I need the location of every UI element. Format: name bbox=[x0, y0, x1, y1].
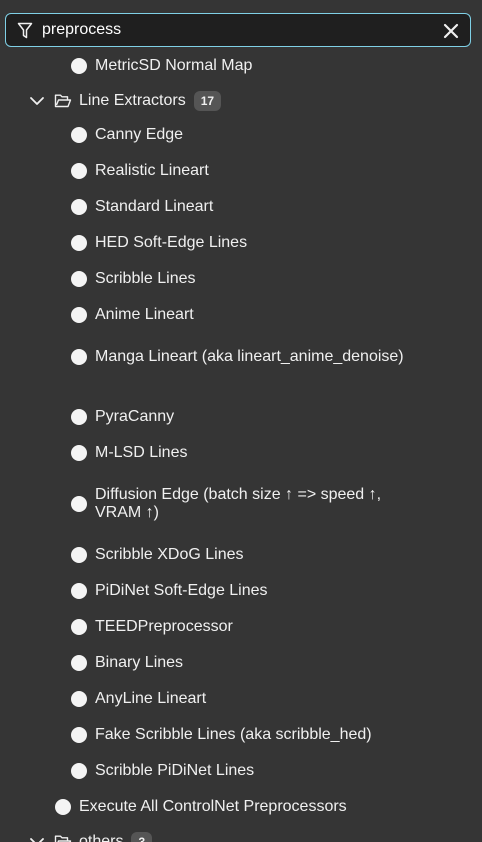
search-box bbox=[5, 13, 471, 47]
tree-item-anyline-lineart[interactable]: AnyLine Lineart bbox=[0, 690, 482, 708]
tree-folder-line-extractors[interactable]: Line Extractors 17 bbox=[0, 91, 482, 111]
tree-item-anime-lineart[interactable]: Anime Lineart bbox=[0, 306, 482, 324]
tree-item-label: Standard Lineart bbox=[95, 198, 214, 215]
node-tree: MetricSD Normal Map Line Extractors 17 C… bbox=[0, 0, 482, 842]
tree-item-label: PiDiNet Soft-Edge Lines bbox=[95, 582, 268, 599]
tree-item[interactable]: MetricSD Normal Map bbox=[0, 57, 482, 75]
tree-item-scribble-pidinet-lines[interactable]: Scribble PiDiNet Lines bbox=[0, 762, 482, 780]
tree-item-manga-lineart[interactable]: Manga Lineart (aka lineart_anime_denoise… bbox=[0, 348, 482, 366]
node-dot-icon bbox=[71, 727, 87, 743]
node-dot-icon bbox=[71, 409, 87, 425]
node-dot-icon bbox=[71, 496, 87, 512]
tree-item-scribble-lines[interactable]: Scribble Lines bbox=[0, 270, 482, 288]
node-dot-icon bbox=[71, 655, 87, 671]
tree-item-label: M-LSD Lines bbox=[95, 444, 188, 461]
tree-item-label: Scribble PiDiNet Lines bbox=[95, 762, 255, 779]
tree-item-label: AnyLine Lineart bbox=[95, 690, 207, 707]
tree-item-hed-soft-edge-lines[interactable]: HED Soft-Edge Lines bbox=[0, 234, 482, 252]
node-dot-icon bbox=[71, 763, 87, 779]
folder-open-icon bbox=[54, 94, 72, 108]
node-dot-icon bbox=[71, 271, 87, 287]
node-dot-icon bbox=[71, 619, 87, 635]
tree-folder-others[interactable]: others 3 bbox=[0, 832, 482, 842]
node-dot-icon bbox=[71, 127, 87, 143]
count-badge: 3 bbox=[131, 832, 153, 842]
tree-item-label: Binary Lines bbox=[95, 654, 184, 671]
tree-item-binary-lines[interactable]: Binary Lines bbox=[0, 654, 482, 672]
node-dot-icon bbox=[71, 349, 87, 365]
tree-item-label: Scribble XDoG Lines bbox=[95, 546, 244, 563]
count-badge: 17 bbox=[193, 91, 222, 111]
tree-item-label: Scribble Lines bbox=[95, 270, 196, 287]
folder-label: others bbox=[79, 833, 124, 842]
tree-item-diffusion-edge[interactable]: Diffusion Edge (batch size ↑ => speed ↑,… bbox=[0, 486, 482, 522]
node-dot-icon bbox=[71, 235, 87, 251]
node-library-panel: MetricSD Normal Map Line Extractors 17 C… bbox=[0, 0, 482, 842]
tree-item-scribble-xdog-lines[interactable]: Scribble XDoG Lines bbox=[0, 546, 482, 564]
node-dot-icon bbox=[71, 307, 87, 323]
tree-item-canny-edge[interactable]: Canny Edge bbox=[0, 126, 482, 144]
tree-item-label: HED Soft-Edge Lines bbox=[95, 234, 248, 251]
node-dot-icon bbox=[55, 799, 71, 815]
tree-item-pyracanny[interactable]: PyraCanny bbox=[0, 408, 482, 426]
tree-item-standard-lineart[interactable]: Standard Lineart bbox=[0, 198, 482, 216]
chevron-down-icon[interactable] bbox=[29, 93, 45, 109]
tree-item-label: MetricSD Normal Map bbox=[95, 57, 253, 74]
node-dot-icon bbox=[71, 547, 87, 563]
node-dot-icon bbox=[71, 445, 87, 461]
tree-item-label: Diffusion Edge (batch size ↑ => speed ↑,… bbox=[95, 486, 382, 521]
search-input[interactable] bbox=[42, 18, 422, 42]
tree-item-label: TEEDPreprocessor bbox=[95, 618, 233, 635]
node-dot-icon bbox=[71, 199, 87, 215]
folder-open-icon bbox=[54, 835, 72, 842]
tree-item-label: PyraCanny bbox=[95, 408, 175, 425]
close-icon[interactable] bbox=[442, 22, 460, 40]
chevron-down-icon[interactable] bbox=[29, 834, 45, 842]
tree-item-m-lsd-lines[interactable]: M-LSD Lines bbox=[0, 444, 482, 462]
node-dot-icon bbox=[71, 691, 87, 707]
tree-item-label: Realistic Lineart bbox=[95, 162, 209, 179]
tree-item-realistic-lineart[interactable]: Realistic Lineart bbox=[0, 162, 482, 180]
tree-item-label: Canny Edge bbox=[95, 126, 184, 143]
node-dot-icon bbox=[71, 163, 87, 179]
folder-label: Line Extractors bbox=[79, 92, 186, 109]
tree-item-label: Fake Scribble Lines (aka scribble_hed) bbox=[95, 726, 372, 743]
node-dot-icon bbox=[71, 58, 87, 74]
tree-item-label: Manga Lineart (aka lineart_anime_denoise… bbox=[95, 348, 404, 365]
tree-item-fake-scribble-lines[interactable]: Fake Scribble Lines (aka scribble_hed) bbox=[0, 726, 482, 744]
node-dot-icon bbox=[71, 583, 87, 599]
tree-item-execute-all-preprocessors[interactable]: Execute All ControlNet Preprocessors bbox=[0, 798, 482, 816]
tree-item-pidinet-soft-edge-lines[interactable]: PiDiNet Soft-Edge Lines bbox=[0, 582, 482, 600]
filter-icon bbox=[17, 22, 33, 39]
tree-item-label: Anime Lineart bbox=[95, 306, 194, 323]
tree-item-teedpreprocessor[interactable]: TEEDPreprocessor bbox=[0, 618, 482, 636]
tree-item-label: Execute All ControlNet Preprocessors bbox=[79, 798, 347, 815]
